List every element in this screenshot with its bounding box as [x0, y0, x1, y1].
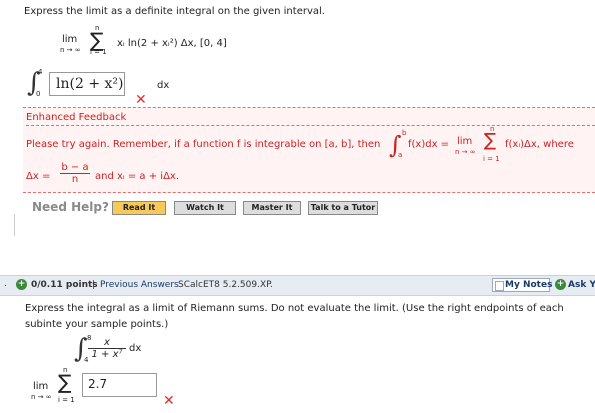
q2-answer-input[interactable]: 2.7 — [82, 373, 157, 397]
section-divider — [14, 214, 15, 236]
points-text: 0/0.11 points — [31, 280, 98, 290]
read-it-button[interactable]: Read It — [112, 201, 166, 215]
q1-summand: xᵢ ln(2 + xᵢ²) Δx, [0, 4] — [117, 38, 227, 49]
ask-plus-icon[interactable]: + — [555, 279, 566, 290]
my-notes-label: My Notes — [505, 280, 553, 290]
incorrect-icon: ✕ — [135, 92, 147, 108]
q1-upper-limit: 4 — [38, 68, 43, 76]
feedback-sigma-icon: ∑ — [484, 130, 497, 151]
q2-lim-sub: n → ∞ — [31, 393, 52, 401]
source-label: SCalcET8 5.2.509.XP. — [178, 280, 273, 290]
feedback-lim-sub: n → ∞ — [455, 148, 476, 156]
previous-answers-link[interactable]: Previous Answers — [100, 280, 179, 290]
feedback-title: Enhanced Feedback — [26, 112, 127, 123]
feedback-int-body: f(x)dx = — [408, 139, 450, 150]
feedback-sum-body: f(xᵢ)Δx, where — [505, 139, 574, 150]
feedback-sigma-bottom: i = 1 — [483, 155, 500, 163]
feedback-delta-lhs: Δx = — [26, 171, 51, 182]
feedback-int-upper: b — [402, 129, 407, 137]
q1-prompt: Express the limit as a definite integral… — [24, 6, 325, 17]
lim-label: lim — [62, 34, 78, 45]
fraction-numerator: b − a — [60, 162, 90, 174]
expand-plus-icon[interactable]: + — [16, 279, 27, 290]
feedback-text: Please try again. Remember, if a functio… — [26, 139, 381, 150]
q2-fraction: x 1 + x⁷ — [88, 337, 126, 360]
my-notes-button[interactable]: My Notes — [492, 278, 553, 292]
need-help-label: Need Help? — [32, 200, 109, 214]
feedback-divider — [26, 125, 595, 127]
q2-fraction-numerator: x — [88, 337, 126, 349]
fraction-denominator: n — [71, 174, 79, 185]
feedback-fraction: b − a n — [60, 162, 90, 185]
sigma-bottom: i = 1 — [90, 48, 107, 56]
watch-it-button[interactable]: Watch It — [174, 201, 236, 215]
q1-answer-input[interactable]: ln(2 + x²) — [49, 72, 125, 96]
question-number: . — [4, 279, 7, 289]
talk-to-tutor-button[interactable]: Talk to a Tutor — [308, 201, 378, 215]
notes-icon — [495, 281, 504, 291]
q2-prompt: Express the integral as a limit of Riema… — [25, 303, 564, 330]
q2-fraction-denominator: 1 + x⁷ — [91, 349, 123, 360]
q2-sigma-icon: ∑ — [58, 370, 72, 394]
q1-dx: dx — [157, 80, 170, 91]
feedback-int-lower: a — [398, 151, 403, 159]
bar-separator: | — [92, 280, 96, 290]
q2-sigma-bottom: i = 1 — [58, 396, 75, 404]
ask-your-teacher-link[interactable]: Ask Yo — [568, 280, 595, 290]
q2-lim-label: lim — [33, 381, 49, 392]
q2-dx: dx — [129, 343, 142, 354]
lim-subscript: n → ∞ — [60, 46, 81, 54]
master-it-button[interactable]: Master It — [243, 201, 301, 215]
q1-lower-limit: 0 — [36, 90, 41, 98]
sigma-icon: ∑ — [90, 28, 104, 52]
feedback-lim: lim — [457, 136, 473, 147]
q2-incorrect-icon: ✕ — [163, 393, 175, 409]
feedback-and-text: and xᵢ = a + iΔx. — [95, 171, 180, 182]
